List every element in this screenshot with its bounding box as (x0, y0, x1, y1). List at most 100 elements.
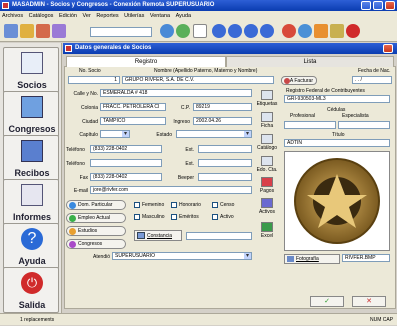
maximize-button[interactable] (373, 1, 383, 10)
sidebar-label: Congresos (8, 124, 56, 134)
ext-field[interactable] (198, 145, 252, 153)
colonia-field[interactable]: FRACC. PETROLERA CI (100, 103, 166, 111)
menu-ayuda[interactable]: Ayuda (176, 13, 192, 19)
sidebar-item-salida[interactable]: ⏻ Salida (3, 267, 59, 313)
profesional-field[interactable] (284, 121, 336, 129)
colonia-label: Colonia (81, 105, 98, 111)
titulo-field[interactable]: ADTIN (284, 139, 390, 147)
prev-icon[interactable] (228, 24, 242, 38)
activo-checkbox[interactable] (212, 214, 218, 220)
dialog-title: Datos generales de Socios (75, 45, 152, 51)
constancia-button[interactable]: Constancia (134, 230, 182, 241)
beeper-field[interactable] (198, 173, 252, 181)
print-icon[interactable] (36, 24, 50, 38)
sidebar-item-ayuda[interactable]: ? Ayuda (3, 223, 59, 269)
femenino-label: Femenino (142, 202, 165, 208)
masculino-checkbox[interactable] (134, 214, 140, 220)
first-icon[interactable] (212, 24, 226, 38)
facturar-icon (284, 78, 290, 84)
toolbar-search-field[interactable] (90, 27, 152, 37)
minimize-button[interactable] (361, 1, 371, 10)
tool-icon[interactable] (52, 24, 66, 38)
email-label: E-mail (73, 188, 88, 194)
fotografia-label: Fotografía (296, 256, 319, 262)
edo-cta-button[interactable]: Edo. Cta. (255, 156, 279, 173)
next-icon[interactable] (244, 24, 258, 38)
sidebar-item-informes[interactable]: Informes (3, 179, 59, 225)
nombre-field[interactable]: GRUPO RIVFER, S.A. DE C.V. (122, 76, 274, 84)
etiquetas-button[interactable]: Etiquetas (255, 90, 279, 107)
new-icon[interactable] (4, 24, 18, 38)
honorario-checkbox[interactable] (171, 202, 177, 208)
ingreso-field[interactable]: 2002.04.26 (193, 117, 252, 125)
ciudad-field[interactable]: TAMPICO (100, 117, 166, 125)
menu-reportes[interactable]: Reportes (96, 13, 118, 19)
open-icon[interactable] (20, 24, 34, 38)
calle-field[interactable]: ESMERALDA # 418 (100, 89, 252, 97)
rfc-field[interactable]: GRI-930503-ML3 (284, 95, 390, 103)
emeritos-label: Eméritos (179, 214, 199, 220)
cancel-button[interactable]: ✕ (352, 296, 386, 307)
femenino-checkbox[interactable] (134, 202, 140, 208)
menu-catalogos[interactable]: Catálogos (29, 13, 54, 19)
dom-label: Dom. Particular (78, 202, 113, 208)
email-field[interactable]: jore@rivfer.com (90, 186, 252, 194)
constancia-field[interactable] (186, 232, 252, 240)
ficha-button[interactable]: Ficha (255, 112, 279, 129)
ok-button[interactable]: ✓ (310, 296, 344, 307)
tab-lista[interactable]: Lista (226, 56, 394, 67)
edit-icon[interactable] (314, 24, 328, 38)
cp-field[interactable]: 89219 (193, 103, 252, 111)
menu-utilerias[interactable]: Utilerías (124, 13, 144, 19)
ext2-field[interactable] (198, 159, 252, 167)
blank-icon[interactable] (193, 24, 207, 38)
fax-field[interactable]: (833) 228-0402 (90, 173, 162, 181)
search-icon[interactable] (160, 24, 174, 38)
estudios-button[interactable]: Estudios (66, 226, 126, 236)
foto-file-field[interactable]: RIVFER.BMP (342, 254, 390, 262)
dom-particular-button[interactable]: Dom. Particular (66, 200, 126, 210)
emeritos-checkbox[interactable] (171, 214, 177, 220)
fotografia-button[interactable]: Fotografía (284, 254, 340, 264)
refresh-icon[interactable] (298, 24, 312, 38)
telefono-label: Teléfono (66, 147, 85, 153)
calle-label: Calle y No. (73, 91, 98, 97)
catalogo-button[interactable]: Catálogo (255, 134, 279, 151)
catalogo-label: Catálogo (256, 145, 277, 151)
profesional-label: Profesional (290, 113, 316, 119)
tab-registro[interactable]: Registro (66, 56, 226, 67)
excel-button[interactable]: Excel (255, 222, 279, 239)
sidebar-item-socios[interactable]: Socios (3, 47, 59, 93)
tools-icon[interactable] (330, 24, 344, 38)
telefono-field[interactable]: (833) 228-0402 (90, 145, 162, 153)
especialista-field[interactable] (338, 121, 390, 129)
close-button[interactable] (385, 1, 395, 10)
delete-icon[interactable] (282, 24, 296, 38)
telefono2-field[interactable] (90, 159, 162, 167)
sidebar-item-recibos[interactable]: Recibos (3, 135, 59, 181)
capitulo-select[interactable] (100, 130, 130, 138)
sidebar-item-congresos[interactable]: Congresos (3, 91, 59, 137)
ficha-icon (261, 112, 273, 122)
stop-icon[interactable] (346, 24, 360, 38)
menu-ventana[interactable]: Ventana (150, 13, 170, 19)
menu-ver[interactable]: Ver (83, 13, 91, 19)
atendio-select[interactable]: SUPERUSUARIO (112, 252, 252, 260)
censo-checkbox[interactable] (212, 202, 218, 208)
estado-select[interactable] (176, 130, 252, 138)
dialog-close-button[interactable] (383, 44, 393, 53)
a-facturar-button[interactable]: A Facturar (281, 76, 317, 85)
activos-button[interactable]: Activos (255, 198, 279, 215)
no-socio-label: No. Socio (79, 68, 101, 74)
find-icon[interactable] (176, 24, 190, 38)
no-socio-field[interactable]: 1 (68, 76, 120, 84)
fecha-nac-field[interactable]: . . / (352, 76, 392, 84)
menu-archivos[interactable]: Archivos (2, 13, 23, 19)
estudios-icon (69, 228, 76, 235)
congresos-button[interactable]: Congresos (66, 239, 126, 249)
pagos-button[interactable]: Pagos (255, 177, 279, 194)
last-icon[interactable] (260, 24, 274, 38)
menu-edicion[interactable]: Edición (59, 13, 77, 19)
empleo-actual-button[interactable]: Empleo Actual (66, 213, 126, 223)
constancia-icon (137, 232, 145, 239)
